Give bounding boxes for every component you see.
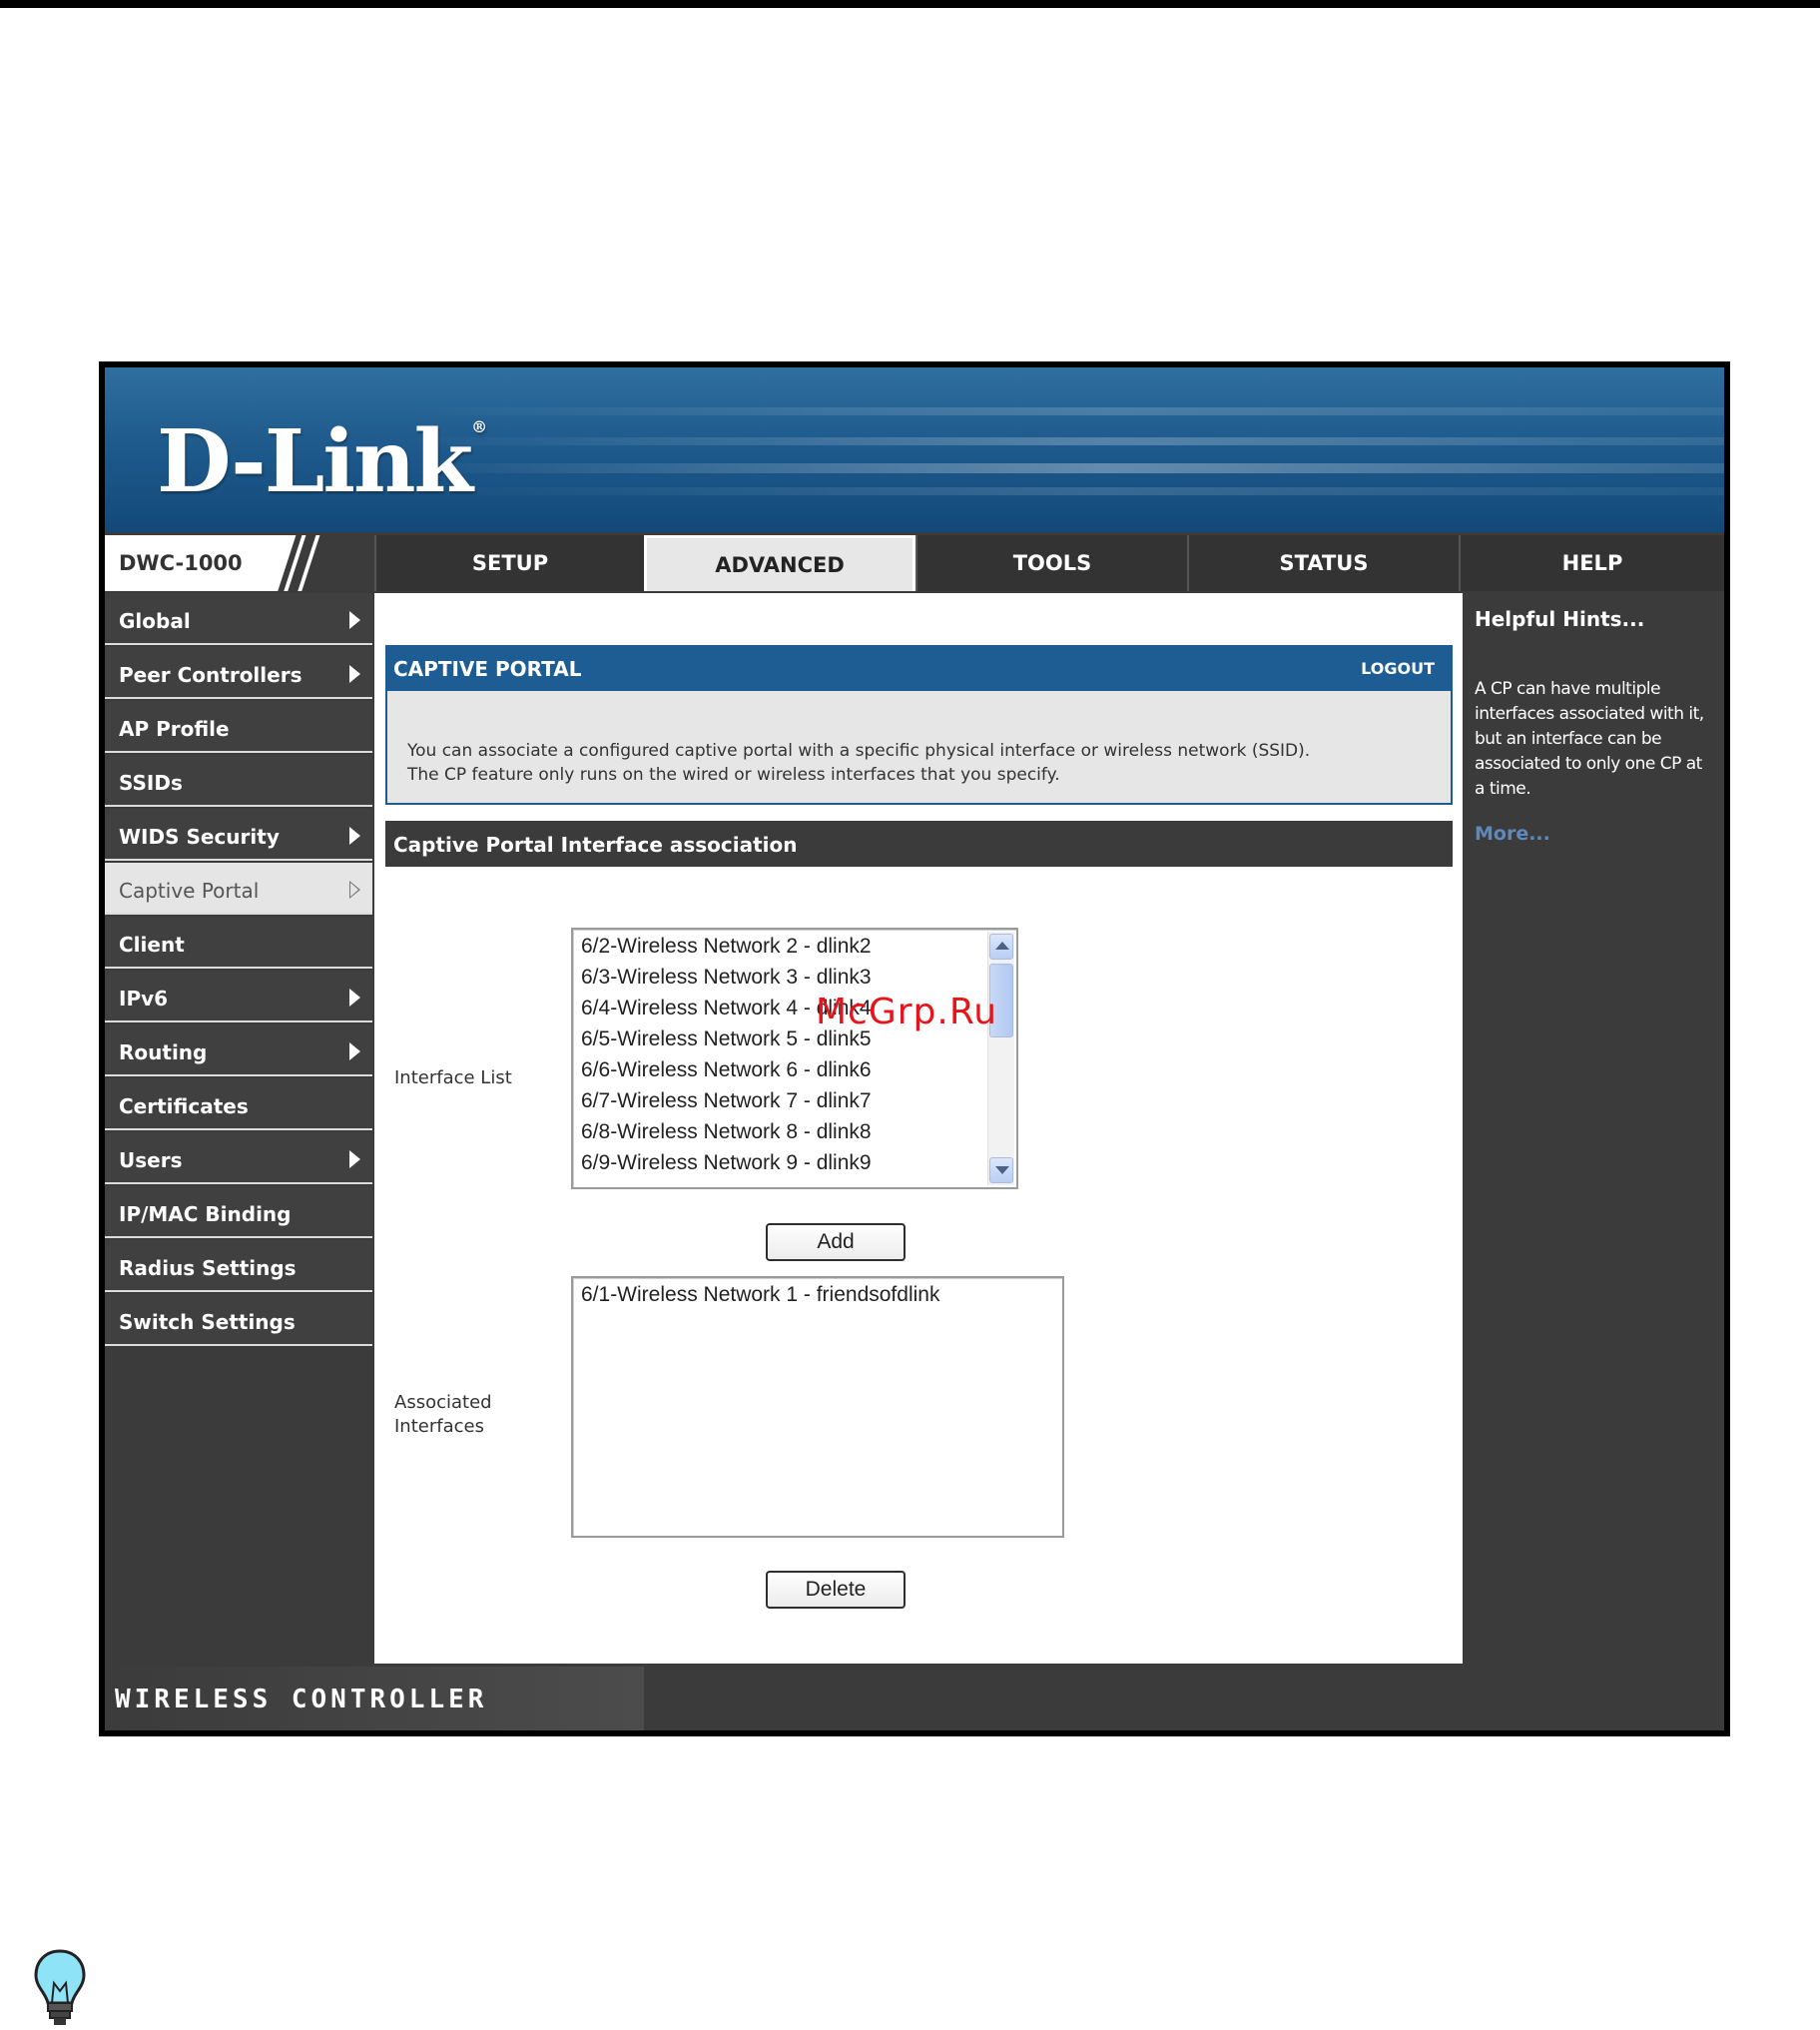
- list-item[interactable]: 6/3-Wireless Network 3 - dlink3: [581, 966, 872, 990]
- lightbulb-icon: [34, 1949, 86, 2025]
- sidebar-item-ip-mac-binding[interactable]: IP/MAC Binding: [105, 1186, 372, 1238]
- watermark: McGrp.Ru: [816, 992, 998, 1032]
- model-label: DWC-1000: [105, 535, 372, 591]
- list-item[interactable]: 6/2-Wireless Network 2 - dlink2: [581, 935, 872, 959]
- sidebar-item-global[interactable]: Global: [105, 593, 372, 645]
- interface-list[interactable]: 6/2-Wireless Network 2 - dlink2 6/3-Wire…: [571, 928, 1018, 1189]
- tab-setup[interactable]: SETUP: [374, 535, 644, 591]
- list-item[interactable]: 6/7-Wireless Network 7 - dlink7: [581, 1089, 872, 1113]
- sidebar-item-client[interactable]: Client: [105, 917, 372, 969]
- description-line-1: You can associate a configured captive p…: [407, 741, 1311, 761]
- list-item[interactable]: 6/8-Wireless Network 8 - dlink8: [581, 1120, 872, 1144]
- section-title: Captive Portal Interface association: [385, 821, 1453, 867]
- tab-tools[interactable]: TOOLS: [915, 535, 1187, 591]
- sidebar-item-ssids[interactable]: SSIDs: [105, 755, 372, 807]
- list-item[interactable]: 6/9-Wireless Network 9 - dlink9: [581, 1151, 872, 1175]
- scroll-up-icon[interactable]: [989, 934, 1013, 960]
- chevron-right-icon: [349, 827, 360, 845]
- sidebar-item-certificates[interactable]: Certificates: [105, 1078, 372, 1130]
- sidebar-item-routing[interactable]: Routing: [105, 1024, 372, 1076]
- tab-status[interactable]: STATUS: [1187, 535, 1459, 591]
- main-content: CAPTIVE PORTAL LOGOUT You can associate …: [374, 593, 1463, 1664]
- logout-link[interactable]: LOGOUT: [1361, 659, 1435, 678]
- tab-help[interactable]: HELP: [1459, 535, 1724, 591]
- sidebar: Global Peer Controllers AP Profile SSIDs…: [105, 593, 372, 1664]
- help-panel: Helpful Hints... A CP can have multiple …: [1465, 593, 1724, 1664]
- dlink-logo: D-Link®: [157, 411, 487, 512]
- description-line-2: The CP feature only runs on the wired or…: [407, 765, 1060, 785]
- description-box: You can associate a configured captive p…: [385, 691, 1453, 805]
- footer: WIRELESS CONTROLLER: [105, 1667, 1724, 1730]
- sidebar-item-ap-profile[interactable]: AP Profile: [105, 701, 372, 753]
- banner: D-Link®: [105, 367, 1724, 532]
- help-text: A CP can have multiple interfaces associ…: [1475, 679, 1704, 799]
- sidebar-item-wids-security[interactable]: WIDS Security: [105, 809, 372, 861]
- app-window: D-Link® DWC-1000 SETUP ADVANCED TOOLS ST…: [105, 367, 1724, 1730]
- scrollbar[interactable]: [987, 932, 1014, 1185]
- chevron-right-icon: [349, 1150, 360, 1168]
- sidebar-item-peer-controllers[interactable]: Peer Controllers: [105, 647, 372, 699]
- scroll-down-icon[interactable]: [989, 1157, 1013, 1183]
- associated-interfaces-label: Associated Interfaces: [394, 1392, 492, 1437]
- sidebar-item-ipv6[interactable]: IPv6: [105, 971, 372, 1022]
- add-button[interactable]: Add: [766, 1223, 906, 1261]
- chevron-right-icon: [349, 611, 360, 629]
- screenshot-frame: D-Link® DWC-1000 SETUP ADVANCED TOOLS ST…: [99, 361, 1730, 1736]
- associated-interfaces-list[interactable]: 6/1-Wireless Network 1 - friendsofdlink: [571, 1276, 1064, 1538]
- top-rule: [0, 0, 1820, 8]
- sidebar-item-captive-portal[interactable]: Captive Portal: [105, 863, 372, 915]
- footer-title: WIRELESS CONTROLLER: [115, 1685, 488, 1714]
- interface-list-label: Interface List: [394, 1067, 512, 1088]
- list-item[interactable]: 6/6-Wireless Network 6 - dlink6: [581, 1058, 872, 1082]
- tab-advanced[interactable]: ADVANCED: [644, 535, 915, 591]
- chevron-right-icon: [349, 665, 360, 683]
- chevron-right-outline-icon: [349, 881, 360, 899]
- page-title: CAPTIVE PORTAL: [393, 657, 582, 681]
- top-nav: DWC-1000 SETUP ADVANCED TOOLS STATUS HEL…: [105, 535, 1724, 591]
- chevron-right-icon: [349, 989, 360, 1007]
- delete-button[interactable]: Delete: [766, 1571, 906, 1609]
- more-link[interactable]: More...: [1475, 823, 1550, 845]
- list-item[interactable]: 6/1-Wireless Network 1 - friendsofdlink: [581, 1283, 939, 1307]
- sidebar-item-radius-settings[interactable]: Radius Settings: [105, 1240, 372, 1292]
- sidebar-item-switch-settings[interactable]: Switch Settings: [105, 1294, 372, 1346]
- help-title: Helpful Hints...: [1475, 607, 1645, 631]
- captive-portal-header: CAPTIVE PORTAL LOGOUT: [385, 645, 1453, 691]
- sidebar-item-users[interactable]: Users: [105, 1132, 372, 1184]
- chevron-right-icon: [349, 1042, 360, 1060]
